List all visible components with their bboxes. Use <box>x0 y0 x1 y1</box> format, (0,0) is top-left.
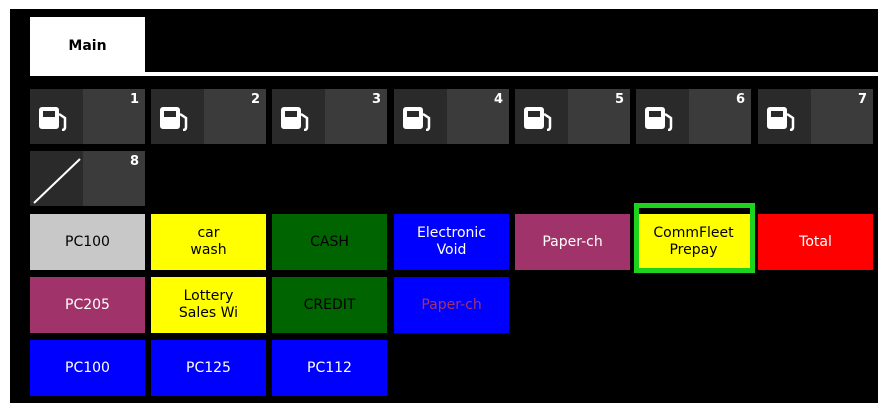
pump-number: 2 <box>250 92 260 107</box>
pump-1[interactable]: 1 <box>30 89 145 144</box>
pump-icon-cell <box>30 89 83 144</box>
pump-number: 1 <box>129 92 139 107</box>
disabled-slash-icon <box>33 158 81 204</box>
pos-panel: Main 1 2 3 4 5 6 7 8 PC100 car wash CASH… <box>10 9 878 403</box>
total-button[interactable]: Total <box>758 214 873 270</box>
tab-divider <box>30 72 878 76</box>
pump-number: 7 <box>857 92 867 107</box>
paper-check-button[interactable]: Paper-ch <box>515 214 630 270</box>
electronic-void-button[interactable]: Electronic Void <box>394 214 509 270</box>
commfleet-prepay-button[interactable]: CommFleet Prepay <box>636 214 751 270</box>
pump-icon-cell <box>394 89 447 144</box>
lottery-sales-button[interactable]: Lottery Sales Wi <box>151 277 266 333</box>
pump-8[interactable]: 8 <box>30 151 145 206</box>
fuel-pump-icon <box>281 107 309 131</box>
pump-2[interactable]: 2 <box>151 89 266 144</box>
pump-7[interactable]: 7 <box>758 89 873 144</box>
pc125-button[interactable]: PC125 <box>151 340 266 396</box>
pump-number: 3 <box>371 92 381 107</box>
pump-number: 5 <box>614 92 624 107</box>
credit-button[interactable]: CREDIT <box>272 277 387 333</box>
cash-button[interactable]: CASH <box>272 214 387 270</box>
pump-5[interactable]: 5 <box>515 89 630 144</box>
pump-3[interactable]: 3 <box>272 89 387 144</box>
pump-icon-cell <box>272 89 325 144</box>
pump-6[interactable]: 6 <box>636 89 751 144</box>
pc112-button[interactable]: PC112 <box>272 340 387 396</box>
pc100-blue-button[interactable]: PC100 <box>30 340 145 396</box>
tab-main[interactable]: Main <box>30 17 145 74</box>
pc100-button[interactable]: PC100 <box>30 214 145 270</box>
pump-4[interactable]: 4 <box>394 89 509 144</box>
pump-number: 6 <box>735 92 745 107</box>
pump-icon-cell <box>151 89 204 144</box>
car-wash-button[interactable]: car wash <box>151 214 266 270</box>
fuel-pump-icon <box>767 107 795 131</box>
pump-number: 8 <box>129 154 139 169</box>
pump-icon-cell <box>515 89 568 144</box>
fuel-pump-icon <box>39 107 67 131</box>
fuel-pump-icon <box>524 107 552 131</box>
pump-icon-cell <box>636 89 689 144</box>
pump-icon-cell <box>758 89 811 144</box>
paper-check-blue-button[interactable]: Paper-ch <box>394 277 509 333</box>
pc205-button[interactable]: PC205 <box>30 277 145 333</box>
fuel-pump-icon <box>160 107 188 131</box>
pump-number: 4 <box>493 92 503 107</box>
fuel-pump-icon <box>403 107 431 131</box>
fuel-pump-icon <box>645 107 673 131</box>
